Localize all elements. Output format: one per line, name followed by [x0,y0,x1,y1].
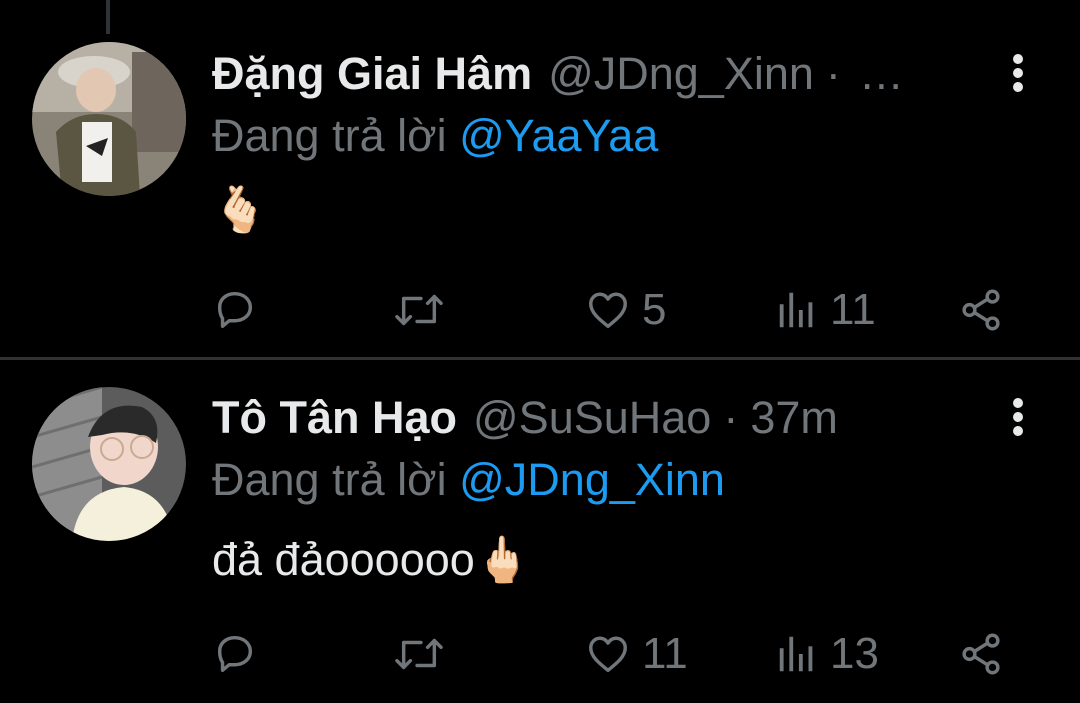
like-button[interactable]: 11 [584,624,688,684]
views-icon [779,636,813,672]
heart-icon [589,292,627,329]
finger-heart-emoji: 🫰🏻 [212,184,269,235]
user-handle[interactable]: @JDng_Xinn [548,44,814,104]
tweet-text: đả đảoooooo 🖕🏻 [212,530,531,590]
separator-dot: · [723,392,739,443]
view-count: 13 [830,629,879,678]
reply-button[interactable] [212,624,268,684]
reply-mention-link[interactable]: @YaaYaa [459,110,658,161]
views-button[interactable]: 11 [774,280,876,340]
replying-to-label: Đang trả lời [212,454,447,505]
tweet-header: Đặng Giai Hâm @JDng_Xinn · … [212,44,1000,104]
like-count: 5 [642,285,667,334]
like-count: 11 [642,629,688,678]
user-handle[interactable]: @SuSuHao [473,388,711,448]
views-button[interactable]: 13 [774,624,879,684]
like-button[interactable]: 5 [584,280,666,340]
more-vertical-icon [1013,54,1023,64]
replying-to-label: Đang trả lời [212,110,447,161]
avatar[interactable] [32,387,186,541]
display-name[interactable]: Đặng Giai Hâm [212,44,532,104]
tweet-text: 🫰🏻 [212,180,268,240]
display-name[interactable]: Tô Tân Hạo [212,388,457,448]
tweet-actions: 11 13 [212,624,1010,684]
views-icon [779,292,813,328]
more-options-button[interactable] [1002,392,1034,442]
tweet[interactable]: Tô Tân Hạo @SuSuHao · 37m Đang trả lời @… [0,360,1080,703]
more-vertical-icon [1013,398,1023,408]
replying-to-line: Đang trả lời @YaaYaa [212,108,658,164]
reply-icon [217,635,253,673]
tweet-body-text: đả đảoooooo [212,534,475,585]
share-button[interactable] [958,624,1004,684]
retweet-button[interactable] [392,624,456,684]
retweet-icon [395,294,443,326]
view-count: 11 [830,285,876,334]
heart-icon [589,636,627,673]
more-options-button[interactable] [1002,48,1034,98]
share-icon [962,289,1000,331]
tweet-actions: 5 11 [212,280,1010,340]
tweet-header: Tô Tân Hạo @SuSuHao · 37m [212,388,1000,448]
avatar[interactable] [32,42,186,196]
reply-button[interactable] [212,280,268,340]
timestamp[interactable]: 37m [750,388,838,448]
retweet-button[interactable] [392,280,456,340]
retweet-icon [395,638,443,670]
tweet[interactable]: Đặng Giai Hâm @JDng_Xinn · … Đang trả lờ… [0,0,1080,358]
reply-mention-link[interactable]: @JDng_Xinn [459,454,725,505]
timestamp[interactable]: … [859,44,904,104]
share-icon [962,633,1000,675]
separator-dot: · [825,48,841,99]
reply-icon [217,291,253,329]
replying-to-line: Đang trả lời @JDng_Xinn [212,452,725,508]
middle-finger-emoji: 🖕🏻 [474,534,531,585]
share-button[interactable] [958,280,1004,340]
